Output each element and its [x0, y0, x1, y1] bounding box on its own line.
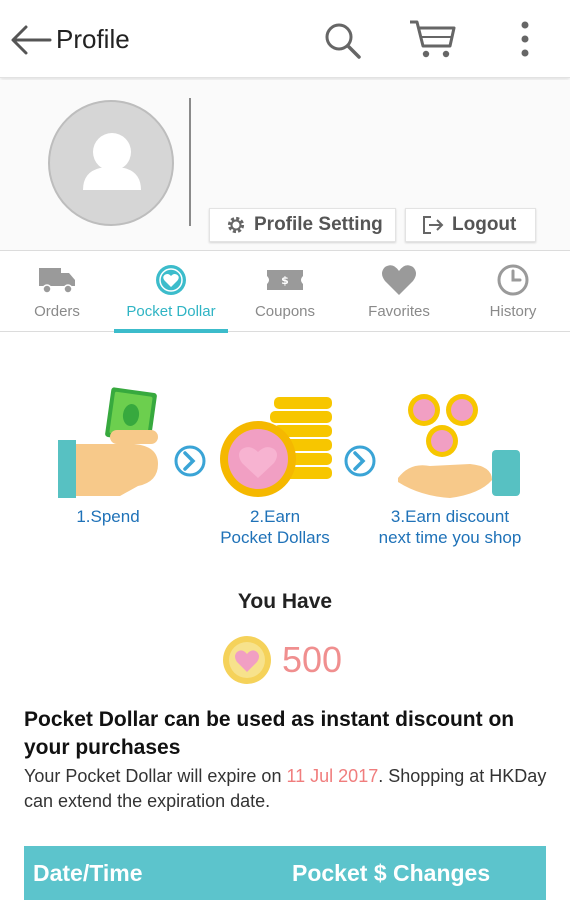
tab-label: Pocket Dollar	[126, 303, 216, 320]
tab-label: Orders	[34, 303, 80, 320]
how-it-works: 1.Spend 2.Earn Pocket Dollars 3.Earn dis…	[0, 380, 570, 560]
svg-text:$: $	[281, 274, 289, 287]
column-header-changes: Pocket $ Changes	[292, 860, 491, 886]
tab-coupons[interactable]: $ Coupons	[228, 251, 342, 333]
more-vert-icon[interactable]	[512, 18, 538, 60]
tab-label: History	[489, 303, 537, 320]
step-line: 3.Earn discount	[390, 507, 510, 526]
page-title: Profile	[56, 24, 130, 54]
balance-heading: You Have	[237, 590, 333, 613]
info-title: Pocket Dollar can be used as instant dis…	[24, 708, 515, 759]
profile-tabs: Orders Pocket Dollar $ Coupons Favorites…	[0, 250, 570, 333]
tab-label: Coupons	[254, 303, 316, 320]
arrow-right-icon	[344, 445, 376, 477]
divider	[189, 98, 191, 226]
step-line: Pocket Dollars	[220, 528, 330, 547]
logout-icon	[423, 216, 444, 234]
step-line: 1.Spend	[76, 507, 140, 526]
tab-orders[interactable]: Orders	[0, 251, 114, 333]
steps-illustration	[58, 387, 520, 498]
avatar[interactable]	[48, 100, 174, 226]
clock-icon	[497, 264, 529, 296]
search-icon[interactable]	[322, 20, 362, 60]
ticket-icon: $	[267, 270, 303, 290]
info-text-before: Your Pocket Dollar will expire on	[24, 766, 287, 786]
step-1-label: 1.Spend	[48, 506, 168, 527]
info-text: Your Pocket Dollar will expire on 11 Jul…	[24, 764, 554, 814]
logout-label: Logout	[452, 214, 517, 235]
person-icon	[83, 133, 141, 190]
tab-pocket-dollar[interactable]: Pocket Dollar	[114, 251, 228, 333]
cart-icon[interactable]	[408, 18, 456, 60]
step-line: 2.Earn	[249, 507, 301, 526]
step-2-label: 2.Earn Pocket Dollars	[200, 506, 350, 548]
profile-setting-label: Profile Setting	[254, 214, 383, 235]
column-header-datetime: Date/Time	[33, 860, 143, 886]
step-3-label: 3.Earn discount next time you shop	[362, 506, 538, 548]
balance-amount: 500	[282, 639, 343, 680]
back-arrow-icon[interactable]	[8, 22, 54, 58]
heart-coin-icon	[223, 636, 271, 684]
profile-header: Profile Setting Logout	[0, 80, 570, 250]
heart-coin-icon	[156, 265, 186, 295]
balance-display: 500	[222, 634, 342, 686]
truck-icon	[39, 268, 75, 294]
gear-icon	[227, 216, 245, 234]
logout-button[interactable]: Logout	[405, 208, 536, 242]
hand-coins-icon	[398, 394, 520, 498]
transactions-table-header: Date/Time Pocket $ Changes	[24, 846, 546, 900]
hand-money-icon	[58, 387, 158, 498]
profile-setting-button[interactable]: Profile Setting	[209, 208, 396, 242]
expiry-date: 11 Jul 2017	[286, 766, 379, 786]
active-tab-indicator	[114, 329, 228, 333]
step-line: next time you shop	[378, 528, 522, 547]
heart-icon	[382, 265, 416, 295]
tab-history[interactable]: History	[456, 251, 570, 333]
arrow-right-icon	[174, 445, 206, 477]
tab-favorites[interactable]: Favorites	[342, 251, 456, 333]
coin-stack-icon	[220, 397, 332, 497]
app-bar: Profile	[0, 0, 570, 78]
tab-label: Favorites	[368, 303, 430, 320]
